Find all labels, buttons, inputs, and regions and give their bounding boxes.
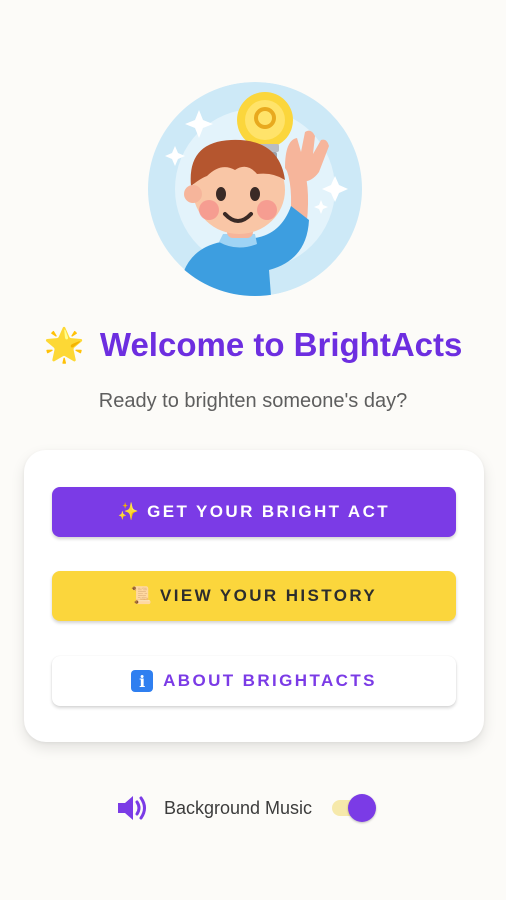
- about-label: ABOUT BRIGHTACTS: [163, 671, 377, 690]
- background-music-setting: Background Music: [0, 790, 506, 826]
- page-subtitle: Ready to brighten someone's day?: [98, 390, 408, 412]
- home-screen: 🌟 Welcome to BrightActs Ready to brighte…: [0, 0, 506, 900]
- menu-card: ✨ GET YOUR BRIGHT ACT 📜 VIEW YOUR HISTOR…: [24, 450, 484, 742]
- get-bright-act-button[interactable]: ✨ GET YOUR BRIGHT ACT: [52, 487, 456, 537]
- background-music-toggle[interactable]: [330, 794, 377, 822]
- get-bright-act-label: GET YOUR BRIGHT ACT: [147, 502, 391, 521]
- glowing-star-icon: 🌟: [43, 326, 85, 363]
- hero-illustration: [147, 82, 363, 296]
- background-music-label: Background Music: [163, 797, 313, 818]
- boy-lightbulb-illustration: [148, 82, 362, 296]
- page-title: 🌟 Welcome to BrightActs: [0, 326, 506, 365]
- sparkles-icon: ✨: [117, 502, 140, 521]
- about-button[interactable]: i ABOUT BRIGHTACTS: [52, 656, 456, 706]
- view-history-button[interactable]: 📜 VIEW YOUR HISTORY: [52, 571, 456, 621]
- info-icon: i: [131, 670, 154, 692]
- view-history-label: VIEW YOUR HISTORY: [160, 586, 378, 605]
- page-title-text: Welcome to BrightActs: [99, 326, 463, 363]
- speaker-icon: [117, 796, 146, 820]
- toggle-thumb: [348, 794, 377, 822]
- scroll-icon: 📜: [130, 586, 153, 605]
